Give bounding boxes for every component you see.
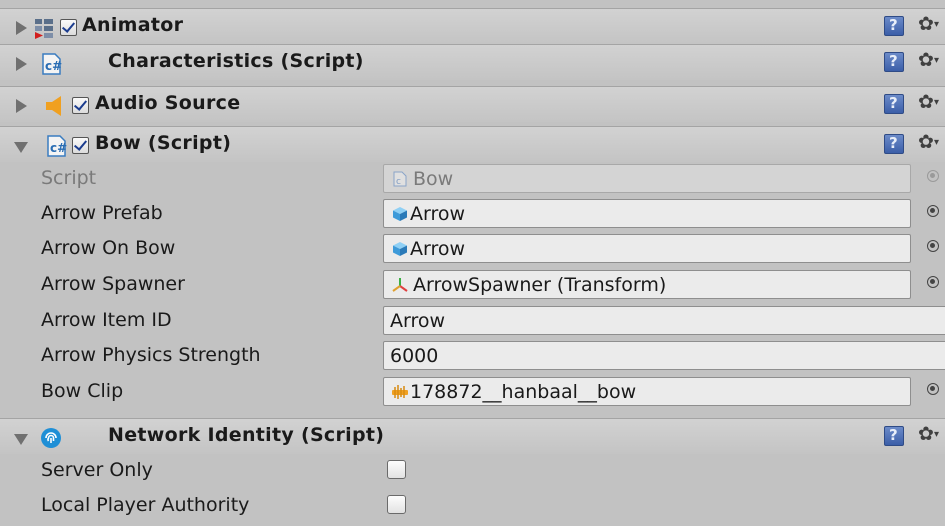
help-icon[interactable] xyxy=(884,16,904,36)
prefab-cube-icon xyxy=(393,207,407,221)
property-row-server-only: Server Only xyxy=(0,454,945,486)
gear-icon[interactable]: ✿ xyxy=(918,13,939,35)
help-icon[interactable] xyxy=(884,426,904,446)
script-asset-icon: c xyxy=(393,171,407,187)
gear-icon[interactable]: ✿ xyxy=(918,91,939,113)
animator-icon xyxy=(35,19,53,39)
help-icon[interactable] xyxy=(884,134,904,154)
arrow-prefab-field[interactable]: Arrow xyxy=(383,199,911,228)
script-field: c Bow xyxy=(383,164,911,193)
arrow-on-bow-field[interactable]: Arrow xyxy=(383,234,911,263)
property-row-script: Script c Bow xyxy=(0,162,945,194)
property-row-bow-clip: Bow Clip 178872__hanbaal__bow xyxy=(0,375,945,407)
component-title: Audio Source xyxy=(95,92,241,114)
component-title: Characteristics (Script) xyxy=(108,50,364,72)
prefab-cube-icon xyxy=(393,242,407,256)
audio-clip-icon xyxy=(392,385,408,399)
foldout-arrow-icon[interactable] xyxy=(16,57,27,71)
help-icon[interactable] xyxy=(884,52,904,72)
object-picker-icon[interactable] xyxy=(927,205,939,217)
help-icon[interactable] xyxy=(884,94,904,114)
property-row-local-player-authority: Local Player Authority xyxy=(0,489,945,521)
property-label: Local Player Authority xyxy=(41,494,250,516)
network-identity-icon xyxy=(41,428,61,448)
property-row-arrow-on-bow: Arrow On Bow Arrow xyxy=(0,232,945,264)
gear-icon[interactable]: ✿ xyxy=(918,131,939,153)
csharp-script-icon: c# xyxy=(42,53,62,75)
property-row-arrow-physics-strength: Arrow Physics Strength 6000 xyxy=(0,339,945,371)
transform-icon xyxy=(392,278,408,292)
property-label: Arrow On Bow xyxy=(41,237,176,259)
foldout-arrow-icon[interactable] xyxy=(16,21,27,35)
component-title: Bow (Script) xyxy=(95,132,232,154)
component-header-characteristics[interactable]: c# Characteristics (Script) ✿ xyxy=(0,44,945,80)
foldout-arrow-icon[interactable] xyxy=(16,99,27,113)
property-label: Bow Clip xyxy=(41,380,124,402)
property-label: Arrow Item ID xyxy=(41,309,172,331)
component-header-audio-source[interactable]: Audio Source ✿ xyxy=(0,86,945,122)
property-label: Script xyxy=(41,167,97,189)
csharp-script-icon: c# xyxy=(47,135,67,157)
gear-icon[interactable]: ✿ xyxy=(918,423,939,445)
audio-source-enabled-checkbox[interactable] xyxy=(72,97,89,114)
inspector-panel: Animator ✿ c# Characteristics (Script) ✿… xyxy=(0,0,945,526)
server-only-checkbox[interactable] xyxy=(387,460,406,479)
component-header-network-identity[interactable]: Network Identity (Script) ✿ xyxy=(0,418,945,454)
svg-text:c: c xyxy=(396,177,401,187)
audio-source-icon xyxy=(46,96,61,116)
property-label: Arrow Spawner xyxy=(41,273,185,295)
property-label: Server Only xyxy=(41,459,153,481)
object-picker-icon[interactable] xyxy=(927,383,939,395)
component-header-animator[interactable]: Animator ✿ xyxy=(0,8,945,44)
gear-icon[interactable]: ✿ xyxy=(918,49,939,71)
arrow-item-id-input[interactable]: Arrow xyxy=(383,306,945,335)
arrow-physics-strength-input[interactable]: 6000 xyxy=(383,341,945,370)
foldout-arrow-icon[interactable] xyxy=(14,434,28,445)
animator-enabled-checkbox[interactable] xyxy=(60,19,77,36)
arrow-spawner-field[interactable]: ArrowSpawner (Transform) xyxy=(383,270,911,299)
property-row-arrow-spawner: Arrow Spawner ArrowSpawner (Transform) xyxy=(0,268,945,300)
property-row-arrow-item-id: Arrow Item ID Arrow xyxy=(0,304,945,336)
component-header-bow[interactable]: c# Bow (Script) ✿ xyxy=(0,126,945,162)
svg-text:c#: c# xyxy=(45,59,62,73)
bow-clip-field[interactable]: 178872__hanbaal__bow xyxy=(383,377,911,406)
object-picker-icon[interactable] xyxy=(927,276,939,288)
component-title: Network Identity (Script) xyxy=(108,424,385,446)
object-picker-icon xyxy=(927,170,939,182)
bow-enabled-checkbox[interactable] xyxy=(72,137,89,154)
foldout-arrow-icon[interactable] xyxy=(14,142,28,153)
local-player-authority-checkbox[interactable] xyxy=(387,495,406,514)
component-title: Animator xyxy=(82,14,184,36)
property-row-arrow-prefab: Arrow Prefab Arrow xyxy=(0,197,945,229)
property-label: Arrow Prefab xyxy=(41,202,163,224)
svg-text:c#: c# xyxy=(50,141,67,155)
property-label: Arrow Physics Strength xyxy=(41,344,261,366)
object-picker-icon[interactable] xyxy=(927,240,939,252)
